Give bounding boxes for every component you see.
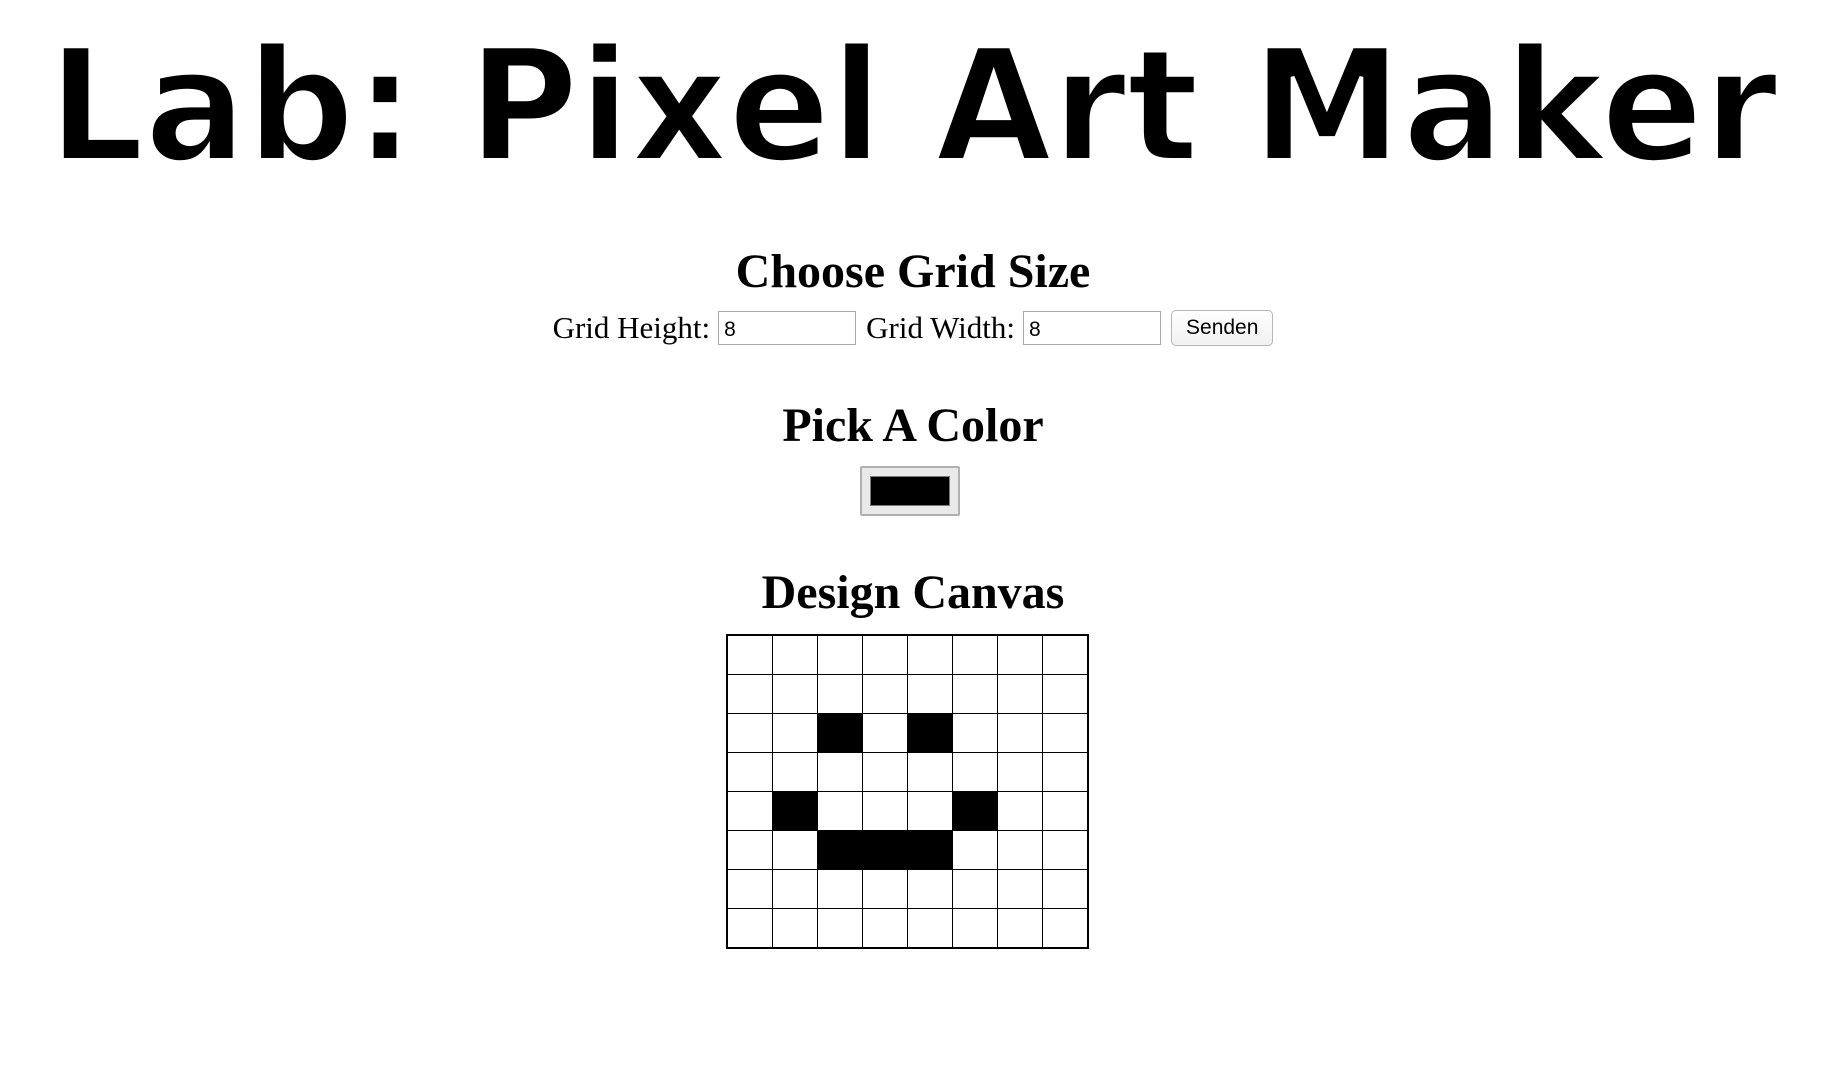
canvas-cell[interactable] (817, 791, 863, 831)
canvas-cell[interactable] (952, 830, 998, 870)
canvas-cell[interactable] (772, 830, 818, 870)
canvas-cell[interactable] (817, 752, 863, 792)
canvas-row (726, 713, 1089, 753)
canvas-cell[interactable] (862, 634, 908, 675)
canvas-row (726, 634, 1089, 675)
canvas-cell[interactable] (817, 869, 863, 909)
canvas-row (726, 869, 1089, 909)
canvas-row (726, 752, 1089, 792)
grid-width-input[interactable] (1023, 311, 1162, 345)
canvas-cell[interactable] (1042, 674, 1089, 714)
canvas-heading: Design Canvas (761, 566, 1065, 619)
canvas-row (726, 674, 1089, 714)
submit-button[interactable]: Senden (1171, 310, 1274, 346)
canvas-row (726, 791, 1089, 831)
canvas-cell[interactable] (907, 791, 953, 831)
canvas-cell[interactable] (726, 752, 773, 792)
color-picker-swatch (870, 476, 950, 506)
color-picker[interactable] (860, 466, 960, 516)
canvas-cell[interactable] (1042, 908, 1089, 949)
canvas-cell[interactable] (772, 791, 818, 831)
canvas-cell[interactable] (817, 908, 863, 949)
canvas-cell[interactable] (817, 674, 863, 714)
canvas-cell[interactable] (952, 752, 998, 792)
canvas-cell[interactable] (772, 713, 818, 753)
canvas-row (726, 830, 1089, 870)
canvas-cell[interactable] (726, 791, 773, 831)
page-title-stripes: Lab: Pixel Art Maker (48, 30, 1778, 180)
canvas-cell[interactable] (772, 869, 818, 909)
canvas-cell[interactable] (907, 830, 953, 870)
canvas-cell[interactable] (1042, 869, 1089, 909)
grid-height-input[interactable] (718, 311, 857, 345)
canvas-cell[interactable] (772, 908, 818, 949)
canvas-cell[interactable] (1042, 713, 1089, 753)
canvas-cell[interactable] (952, 674, 998, 714)
canvas-cell[interactable] (997, 752, 1043, 792)
canvas-cell[interactable] (952, 634, 998, 675)
color-section: Pick A Color (0, 398, 1826, 454)
canvas-cell[interactable] (726, 869, 773, 909)
canvas-cell[interactable] (907, 752, 953, 792)
canvas-cell[interactable] (862, 830, 908, 870)
canvas-cell[interactable] (726, 908, 773, 949)
canvas-cell[interactable] (952, 791, 998, 831)
canvas-cell[interactable] (907, 713, 953, 753)
canvas-cell[interactable] (907, 634, 953, 675)
canvas-cell[interactable] (772, 634, 818, 675)
canvas-cell[interactable] (772, 752, 818, 792)
page-title: Lab: Pixel Art Maker Lab: Pixel Art Make… (46, 30, 1780, 180)
canvas-cell[interactable] (907, 674, 953, 714)
canvas-section: Design Canvas (0, 565, 1826, 621)
canvas-cell[interactable] (862, 713, 908, 753)
canvas-cell[interactable] (772, 674, 818, 714)
canvas-cell[interactable] (862, 752, 908, 792)
size-picker-form: Grid Height: Grid Width: Senden (0, 310, 1826, 346)
canvas-cell[interactable] (907, 869, 953, 909)
canvas-cell[interactable] (1042, 752, 1089, 792)
canvas-cell[interactable] (862, 869, 908, 909)
grid-width-label: Grid Width: (866, 310, 1016, 345)
canvas-cell[interactable] (997, 713, 1043, 753)
canvas-row (726, 908, 1089, 949)
canvas-cell[interactable] (1042, 830, 1089, 870)
canvas-cell[interactable] (862, 791, 908, 831)
grid-height-label: Grid Height: (552, 310, 711, 345)
canvas-cell[interactable] (1042, 791, 1089, 831)
canvas-cell[interactable] (726, 634, 773, 675)
canvas-cell[interactable] (1042, 634, 1089, 675)
canvas-cell[interactable] (817, 634, 863, 675)
canvas-cell[interactable] (726, 830, 773, 870)
canvas-cell[interactable] (952, 713, 998, 753)
canvas-cell[interactable] (952, 908, 998, 949)
grid-size-section: Choose Grid Size (0, 244, 1826, 300)
color-heading: Pick A Color (782, 399, 1044, 452)
page-title-wrap: Lab: Pixel Art Maker Lab: Pixel Art Make… (0, 30, 1826, 180)
grid-size-heading: Choose Grid Size (735, 245, 1091, 298)
canvas-cell[interactable] (862, 674, 908, 714)
canvas-cell[interactable] (997, 830, 1043, 870)
canvas-cell[interactable] (817, 713, 863, 753)
canvas-cell[interactable] (997, 791, 1043, 831)
canvas-cell[interactable] (726, 713, 773, 753)
canvas-cell[interactable] (997, 634, 1043, 675)
canvas-cell[interactable] (862, 908, 908, 949)
canvas-cell[interactable] (997, 674, 1043, 714)
canvas-cell[interactable] (952, 869, 998, 909)
canvas-cell[interactable] (817, 830, 863, 870)
canvas-cell[interactable] (997, 908, 1043, 949)
canvas-cell[interactable] (907, 908, 953, 949)
canvas-cell[interactable] (997, 869, 1043, 909)
pixel-canvas (726, 634, 1089, 949)
canvas-cell[interactable] (726, 674, 773, 714)
